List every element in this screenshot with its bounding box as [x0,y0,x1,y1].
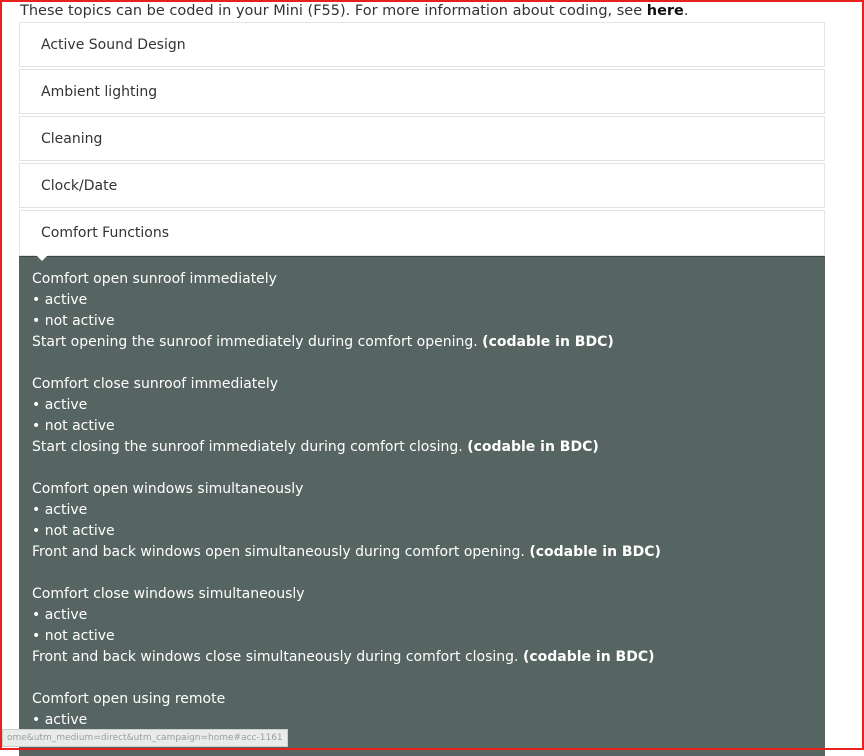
accordion-item-clock-date[interactable]: Clock/Date [19,163,825,208]
option-codable-note: (codable in BDC) [482,334,614,350]
option-title: Comfort open sunroof immediately [32,271,277,287]
accordion-item-label: Comfort Functions [41,225,170,241]
option-choice: • active [32,712,88,728]
option-description: Start closing the sunroof immediately du… [32,437,812,458]
option-choice: • not active [32,523,115,539]
option-description: Front and back windows close simultaneou… [32,647,812,668]
browser-status-url: ome&utm_medium=direct&utm_campaign=home#… [2,729,288,747]
accordion-item-ambient-lighting[interactable]: Ambient lighting [19,69,825,114]
coding-topics-accordion: Active Sound Design Ambient lighting Cle… [19,22,825,756]
option-group: Comfort close sunroof immediately • acti… [32,374,812,458]
option-description-text: Start opening the sunroof immediately du… [32,334,483,350]
option-group: Comfort open windows simultaneously • ac… [32,479,812,563]
option-title: Comfort open using remote [32,691,226,707]
option-description: Start opening the sunroof immediately du… [32,332,812,353]
option-description-text: Start closing the sunroof immediately du… [32,439,468,455]
accordion-item-label: Ambient lighting [41,83,158,100]
option-group: Comfort close windows simultaneously • a… [32,584,812,668]
option-group: Comfort open sunroof immediately • activ… [32,269,812,353]
option-title: Comfort open windows simultaneously [32,481,304,497]
option-description-text: Front and back windows close simultaneou… [32,649,523,665]
intro-text: These topics can be coded in your Mini (… [20,3,689,19]
accordion-item-label: Clock/Date [41,177,118,194]
option-codable-note: (codable in BDC) [529,544,661,560]
comfort-functions-panel: Comfort open sunroof immediately • activ… [19,256,825,756]
option-description-text: Front and back windows open simultaneous… [32,544,530,560]
accordion-item-label: Cleaning [41,130,103,147]
option-title: Comfort close sunroof immediately [32,376,279,392]
option-choice: • active [32,292,88,308]
accordion-item-cleaning[interactable]: Cleaning [19,116,825,161]
option-choice: • not active [32,418,115,434]
option-title: Comfort close windows simultaneously [32,586,305,602]
option-codable-note: (codable in BDC) [522,649,655,665]
intro-sentence: These topics can be coded in your Mini (… [20,3,647,19]
accordion-item-comfort-functions[interactable]: Comfort Functions [19,210,825,261]
intro-end: . [683,3,689,19]
accordion-item-label: Active Sound Design [41,36,186,53]
option-description: Front and back windows open simultaneous… [32,542,812,563]
option-codable-note: (codable in BDC) [467,439,599,455]
option-choice: • active [32,607,88,623]
coding-info-link[interactable]: here [647,3,684,19]
option-choice: • not active [32,628,115,644]
option-choice: • active [32,397,88,413]
accordion-item-active-sound-design[interactable]: Active Sound Design [19,22,825,67]
option-choice: • active [32,502,88,518]
option-choice: • not active [32,313,115,329]
